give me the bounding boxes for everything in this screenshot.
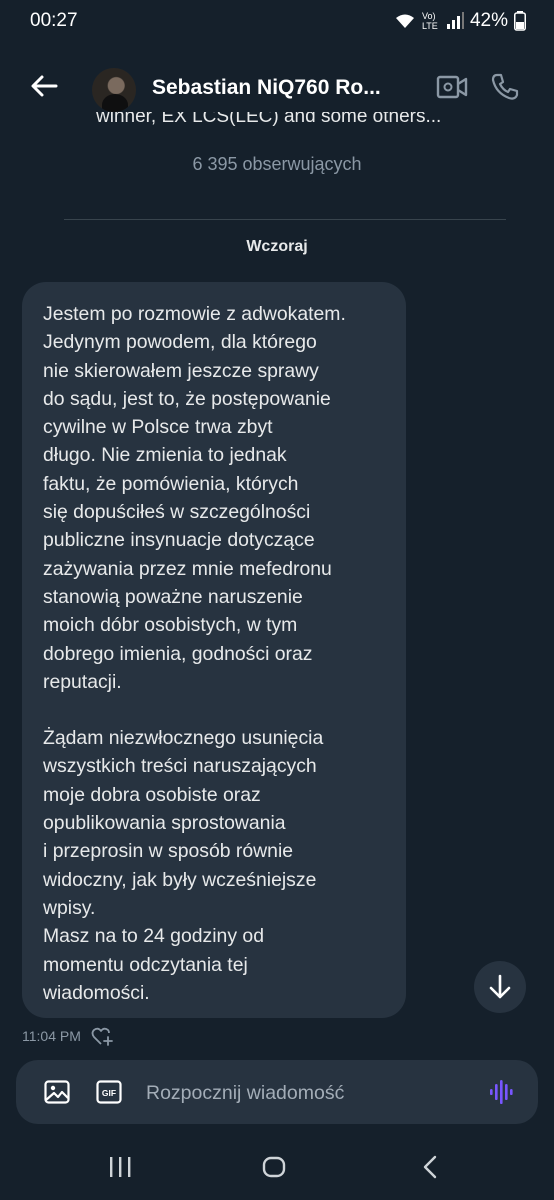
- gif-label: GIF: [102, 1088, 116, 1098]
- divider: [64, 219, 506, 220]
- image-icon[interactable]: [44, 1080, 70, 1104]
- gif-icon[interactable]: GIF: [96, 1080, 122, 1104]
- profile-bio-peek: winner, EX LCS(LEC) and some others...: [0, 112, 554, 136]
- voice-message-icon[interactable]: [488, 1078, 516, 1106]
- contact-name[interactable]: Sebastian NiQ760 Ro...: [152, 76, 381, 100]
- message-paragraph: Jestem po rozmowie z adwokatem. Jedynym …: [43, 303, 346, 693]
- status-bar: 00:27 Vo) LTE 42%: [0, 0, 554, 44]
- profile-bio: winner, EX LCS(LEC) and some others...: [96, 112, 442, 127]
- system-back-icon[interactable]: [422, 1155, 438, 1179]
- message-input[interactable]: [144, 1076, 478, 1110]
- message-bubble[interactable]: Jestem po rozmowie z adwokatem. Jedynym …: [22, 282, 406, 1018]
- add-reaction-icon[interactable]: [91, 1026, 113, 1046]
- followers-count: 6 395 obserwujących: [192, 154, 362, 174]
- message-paragraph: Żądam niezwłocznego usunięcia wszystkich…: [43, 727, 324, 1004]
- conversation-header: Sebastian NiQ760 Ro...: [0, 56, 554, 120]
- message-composer: GIF: [16, 1060, 538, 1124]
- system-nav-bar: [0, 1140, 554, 1200]
- phone-call-icon[interactable]: [490, 72, 520, 102]
- video-call-icon[interactable]: [436, 74, 468, 100]
- recent-apps-icon[interactable]: [108, 1156, 132, 1178]
- avatar[interactable]: [92, 68, 136, 112]
- day-separator: Wczoraj: [246, 238, 308, 255]
- home-icon[interactable]: [262, 1156, 286, 1178]
- back-arrow-icon[interactable]: [28, 70, 60, 102]
- message-time: 11:04 PM: [22, 1028, 81, 1044]
- status-icons: Vo) LTE 42%: [394, 10, 526, 32]
- battery-percent: 42%: [469, 10, 508, 31]
- wifi-icon: [395, 14, 414, 28]
- signal-icon: [446, 12, 464, 29]
- network-type: Vo) LTE: [421, 11, 438, 31]
- message-meta: 11:04 PM: [22, 1026, 113, 1046]
- scroll-to-bottom-button[interactable]: [474, 961, 526, 1013]
- status-time: 00:27: [30, 10, 78, 31]
- battery-icon: [514, 11, 526, 31]
- arrow-down-icon: [489, 974, 511, 999]
